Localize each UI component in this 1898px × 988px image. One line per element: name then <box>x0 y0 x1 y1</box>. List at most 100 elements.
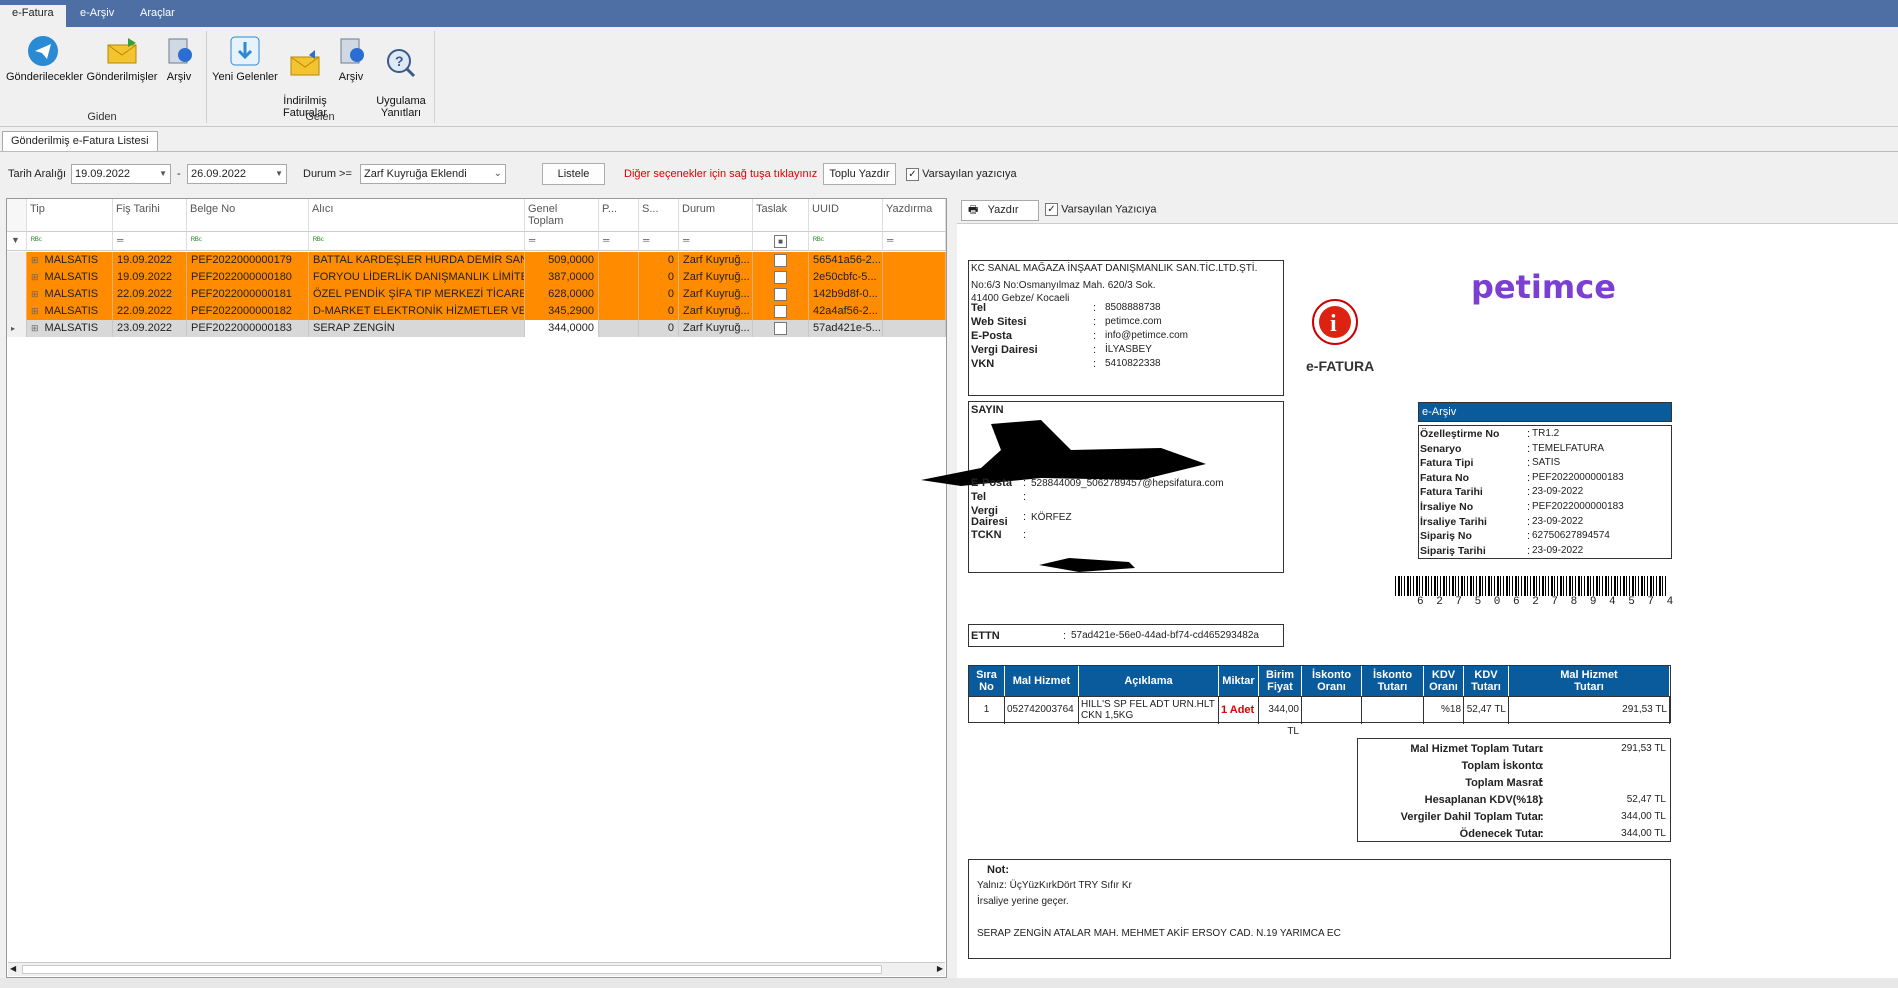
filter-cell-alici[interactable]: ᴿᴮᶜ <box>309 232 525 251</box>
preview-default-printer-row[interactable]: ✓ Varsayılan Yazıcıya <box>1045 203 1156 216</box>
taslak-checkbox[interactable] <box>774 304 787 318</box>
giden-arsiv-button[interactable]: Arşiv <box>162 35 196 83</box>
uygulama-yanitlari-button[interactable]: ? Uygulama Yanıtları <box>374 35 428 131</box>
items-cell: 052742003764 <box>1005 697 1079 724</box>
taslak-checkbox[interactable] <box>774 287 787 301</box>
scroll-right-icon[interactable]: ▶ <box>937 964 943 973</box>
table-row[interactable]: ▸ ⊞ MALSATIS 23.09.2022 PEF2022000000183 SERA… <box>7 320 946 337</box>
col-header-belge-no[interactable]: Belge No <box>187 199 309 232</box>
items-col-header: İskonto Tutarı <box>1362 666 1424 696</box>
items-cell: 1 Adet <box>1219 697 1259 724</box>
filter-cell-p[interactable]: ═ <box>599 232 639 251</box>
table-row[interactable]: ⊞ MALSATIS 22.09.2022 PEF2022000000182 D-MAR… <box>7 303 946 320</box>
filter-cell-fis-tarihi[interactable]: ═ <box>113 232 187 251</box>
col-header-alici[interactable]: Alıcı <box>309 199 525 232</box>
col-header-durum[interactable]: Durum <box>679 199 753 232</box>
col-header-p[interactable]: P... <box>599 199 639 232</box>
logo-text: petimce <box>1471 268 1616 306</box>
col-header-s[interactable]: S... <box>639 199 679 232</box>
chevron-down-icon: ⌄ <box>493 168 502 179</box>
tab-e-arsiv[interactable]: e-Arşiv <box>68 5 126 27</box>
expand-icon[interactable]: ⊞ <box>31 323 39 333</box>
expand-icon[interactable]: ⊞ <box>31 255 39 265</box>
filter-cell-durum[interactable]: ═ <box>679 232 753 251</box>
cell-durum: Zarf Kuyruğ... <box>679 320 753 337</box>
colon: : <box>1527 442 1531 455</box>
colon: : <box>1527 515 1531 528</box>
col-header-genel-toplam[interactable]: Genel Toplam <box>525 199 599 232</box>
earsiv-field-label: İrsaliye Tarihi <box>1420 515 1487 528</box>
expand-icon[interactable]: ⊞ <box>31 306 39 316</box>
send-icon <box>27 35 59 67</box>
filter-cell-yazdirma[interactable]: ═ <box>883 232 946 251</box>
status-select[interactable]: Zarf Kuyruğa Eklendi ⌄ <box>360 164 506 184</box>
gelen-arsiv-button[interactable]: Arşiv <box>334 35 368 83</box>
filter-cell-taslak[interactable]: ■ <box>753 232 809 251</box>
preview-toolbar: 🖶 Yazdır ✓ Varsayılan Yazıcıya <box>957 196 1898 224</box>
tab-e-fatura[interactable]: e-Fatura <box>0 5 66 27</box>
note-title: Not: <box>987 864 1009 876</box>
default-printer-checkbox-row[interactable]: ✓ Varsayılan yazıcıya <box>906 164 1017 184</box>
total-value: 344,00 TL <box>1621 828 1666 839</box>
filter-cell-tip[interactable]: ᴿᴮᶜ <box>27 232 113 251</box>
buyer-field-label: TCKN <box>971 529 1002 541</box>
table-row[interactable]: ⊞ MALSATIS 22.09.2022 PEF2022000000181 ÖZEL … <box>7 286 946 303</box>
col-header-fis-tarihi[interactable]: Fiş Tarihi <box>113 199 187 232</box>
seller-field-label: E-Posta <box>971 330 1012 342</box>
filter-cell-belge-no[interactable]: ᴿᴮᶜ <box>187 232 309 251</box>
colon: : <box>1023 511 1027 523</box>
earsiv-field-value: PEF2022000000183 <box>1532 501 1624 512</box>
items-cell: 344,00 TL <box>1259 697 1302 737</box>
items-cell: 291,53 TL <box>1509 697 1670 724</box>
scroll-thumb[interactable] <box>22 965 882 974</box>
preview-default-printer-checkbox[interactable]: ✓ <box>1045 203 1058 216</box>
listele-button[interactable]: Listele <box>542 163 605 185</box>
earsiv-field-value: 23-09-2022 <box>1532 544 1584 556</box>
group-separator <box>434 31 435 123</box>
gonderilecekler-button[interactable]: Gönderilecekler <box>6 35 83 83</box>
help-search-icon: ? <box>385 47 417 79</box>
uygulama-yanitlari-label: Uygulama Yanıtları <box>376 95 426 119</box>
col-header-yazdirma[interactable]: Yazdırma <box>883 199 946 232</box>
col-header-taslak[interactable]: Taslak <box>753 199 809 232</box>
expand-icon[interactable]: ⊞ <box>31 272 39 282</box>
table-row[interactable]: ⊞ MALSATIS 19.09.2022 PEF2022000000180 FORYO… <box>7 269 946 286</box>
expand-icon[interactable]: ⊞ <box>31 289 39 299</box>
horizontal-scrollbar[interactable]: ◀ ▶ <box>8 962 945 976</box>
doc-tab-gonderilmis[interactable]: Gönderilmiş e-Fatura Listesi <box>2 131 158 151</box>
seller-field-value: info@petimce.com <box>1105 330 1188 341</box>
efatura-label: e-FATURA <box>1306 358 1375 374</box>
taslak-checkbox[interactable] <box>774 321 787 335</box>
taslak-checkbox[interactable] <box>774 270 787 284</box>
table-row[interactable]: ⊞ MALSATIS 19.09.2022 PEF2022000000179 BATTA… <box>7 252 946 269</box>
default-printer-checkbox[interactable]: ✓ <box>906 167 919 181</box>
yeni-gelenler-button[interactable]: Yeni Gelenler <box>212 35 278 83</box>
filter-cell-uuid[interactable]: ᴿᴮᶜ <box>809 232 883 251</box>
cell-tip-text: MALSATIS <box>44 288 99 300</box>
filter-cell-genel-toplam[interactable]: ═ <box>525 232 599 251</box>
cell-yaz <box>883 303 946 320</box>
tab-araclar[interactable]: Araçlar <box>128 5 187 27</box>
filter-cell-s[interactable]: ═ <box>639 232 679 251</box>
gonderilmisler-button[interactable]: Gönderilmişler <box>86 35 158 83</box>
print-button[interactable]: 🖶 Yazdır <box>961 200 1039 221</box>
download-icon <box>229 35 261 67</box>
date-to-picker[interactable]: 26.09.2022 ▼ <box>187 164 287 184</box>
colon: : <box>1093 316 1097 328</box>
cell-tip-text: MALSATIS <box>44 271 99 283</box>
col-header-uuid[interactable]: UUID <box>809 199 883 232</box>
colon: : <box>1093 344 1097 356</box>
items-col-header: Birim Fiyat <box>1259 666 1302 696</box>
items-cell: %18 <box>1424 697 1464 724</box>
toplu-yazdir-button[interactable]: Toplu Yazdır <box>823 163 896 185</box>
taslak-checkbox[interactable] <box>774 253 787 267</box>
date-from-picker[interactable]: 19.09.2022 ▼ <box>71 164 171 184</box>
colon: : <box>1527 486 1531 499</box>
scroll-left-icon[interactable]: ◀ <box>10 964 16 973</box>
cell-uuid: 57ad421e-5... <box>809 320 883 337</box>
taslak-filter-checkbox[interactable]: ■ <box>774 235 787 248</box>
note-line-2: İrsaliye yerine geçer. <box>977 896 1069 907</box>
date-separator: - <box>177 168 181 180</box>
col-header-tip[interactable]: Tip <box>27 199 113 232</box>
received-mail-icon <box>289 47 321 79</box>
